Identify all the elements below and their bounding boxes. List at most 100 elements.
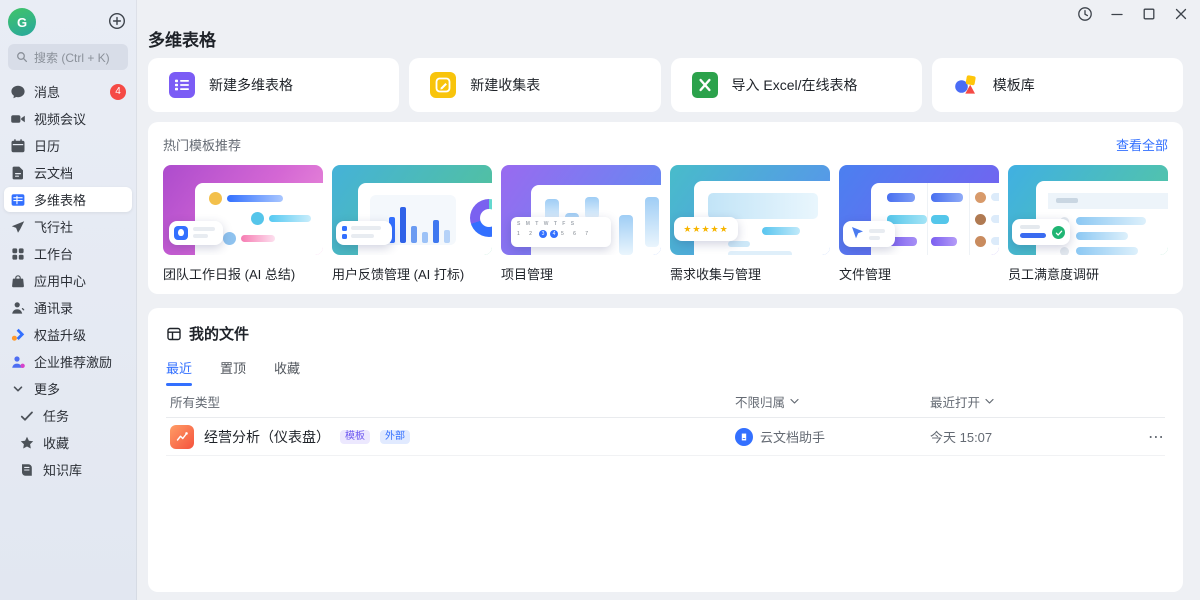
action-label: 导入 Excel/在线表格 bbox=[732, 75, 858, 95]
template-thumb: ★★★★★ bbox=[670, 165, 830, 255]
new-bitable-button[interactable]: 新建多维表格 bbox=[148, 58, 399, 112]
view-all-link[interactable]: 查看全部 bbox=[1116, 135, 1168, 154]
template-card-label: 需求收集与管理 bbox=[670, 264, 830, 283]
sidebar-item-bitable[interactable]: 多维表格 bbox=[4, 187, 132, 212]
templates-header: 热门模板推荐 bbox=[163, 135, 241, 154]
file-name: 经营分析（仪表盘） bbox=[204, 427, 330, 447]
sidebar-item-label: 任务 bbox=[43, 406, 69, 425]
my-files-grid-icon bbox=[166, 326, 182, 342]
selected-date: 3 bbox=[539, 230, 547, 238]
create-plus-icon[interactable] bbox=[107, 11, 127, 31]
template-thumb: S M T W T F S 1 2 3 4 5 6 7 bbox=[501, 165, 661, 255]
template-thumb bbox=[1008, 165, 1168, 255]
template-card-team-daily[interactable]: 团队工作日报 (AI 总结) bbox=[163, 165, 323, 283]
sidebar-item-label: 知识库 bbox=[43, 460, 82, 479]
sidebar-item-video-meeting[interactable]: 视频会议 bbox=[4, 106, 132, 131]
file-row[interactable]: 经营分析（仪表盘） 模板 外部 云文档助手 今天 15:07 ⋯ bbox=[166, 418, 1165, 456]
sidebar-item-community[interactable]: 飞行社 bbox=[4, 214, 132, 239]
main-area: 多维表格 新建多维表格 新建收集表 导入 Excel/在线表格 模板库 bbox=[137, 0, 1200, 600]
sidebar-item-tasks[interactable]: 任务 bbox=[4, 403, 132, 428]
history-icon[interactable] bbox=[1076, 5, 1094, 23]
new-bitable-icon bbox=[169, 72, 195, 98]
sidebar-item-workplace[interactable]: 工作台 bbox=[4, 241, 132, 266]
my-files-header: 我的文件 bbox=[189, 323, 249, 344]
sidebar-item-upgrade[interactable]: 权益升级 bbox=[4, 322, 132, 347]
window-controls bbox=[1076, 5, 1190, 23]
sidebar-item-app-center[interactable]: 应用中心 bbox=[4, 268, 132, 293]
template-card-label: 文件管理 bbox=[839, 264, 999, 283]
template-cards: 团队工作日报 (AI 总结) 用 bbox=[163, 165, 1168, 283]
sidebar-item-label: 企业推荐激励 bbox=[34, 352, 112, 371]
bell-icon bbox=[174, 226, 188, 240]
minimize-icon[interactable] bbox=[1108, 5, 1126, 23]
more-actions-icon[interactable]: ⋯ bbox=[1135, 427, 1165, 447]
template-library-button[interactable]: 模板库 bbox=[932, 58, 1183, 112]
maximize-icon[interactable] bbox=[1140, 5, 1158, 23]
import-excel-button[interactable]: 导入 Excel/在线表格 bbox=[671, 58, 922, 112]
filter-sort[interactable]: 最近打开 bbox=[930, 392, 1135, 411]
sidebar-item-label: 消息 bbox=[34, 82, 60, 101]
avatar-dot bbox=[223, 232, 236, 245]
files-tabs: 最近 置顶 收藏 bbox=[166, 358, 1165, 386]
sidebar-top: G bbox=[0, 0, 136, 44]
avatar-dot bbox=[251, 212, 264, 225]
template-card-feedback[interactable]: 用户反馈管理 (AI 打标) bbox=[332, 165, 492, 283]
sidebar-item-label: 更多 bbox=[34, 379, 60, 398]
owner-avatar bbox=[735, 428, 753, 446]
paper-plane-icon bbox=[10, 219, 26, 235]
new-form-icon bbox=[430, 72, 456, 98]
video-camera-icon bbox=[10, 111, 26, 127]
avatar[interactable]: G bbox=[8, 8, 36, 36]
sidebar-item-wiki[interactable]: 知识库 bbox=[4, 457, 132, 482]
five-stars-icon: ★★★★★ bbox=[683, 224, 728, 235]
sidebar-item-contacts[interactable]: 通讯录 bbox=[4, 295, 132, 320]
new-form-button[interactable]: 新建收集表 bbox=[409, 58, 660, 112]
sidebar-item-label: 日历 bbox=[34, 136, 60, 155]
external-badge: 外部 bbox=[380, 430, 410, 444]
bitable-icon bbox=[10, 192, 26, 208]
template-card-file-management[interactable]: 文件管理 bbox=[839, 165, 999, 283]
chevron-down-icon bbox=[10, 381, 26, 397]
star-icon bbox=[19, 435, 35, 451]
selected-date: 4 bbox=[550, 230, 558, 238]
sidebar-item-calendar[interactable]: 日历 bbox=[4, 133, 132, 158]
referral-person-icon bbox=[10, 354, 26, 370]
close-icon[interactable] bbox=[1172, 5, 1190, 23]
sidebar-item-docs[interactable]: 云文档 bbox=[4, 160, 132, 185]
sidebar-item-label: 收藏 bbox=[43, 433, 69, 452]
template-card-label: 项目管理 bbox=[501, 264, 661, 283]
sidebar-item-label: 通讯录 bbox=[34, 298, 73, 317]
cursor-icon bbox=[850, 225, 865, 240]
docs-icon bbox=[10, 165, 26, 181]
sidebar-item-favorites[interactable]: 收藏 bbox=[4, 430, 132, 455]
checklist-pill bbox=[336, 221, 392, 245]
sidebar-item-messages[interactable]: 消息 4 bbox=[4, 79, 132, 104]
wiki-book-icon bbox=[19, 462, 35, 478]
calendar-icon bbox=[10, 138, 26, 154]
template-card-label: 用户反馈管理 (AI 打标) bbox=[332, 264, 492, 283]
tab-pinned[interactable]: 置顶 bbox=[220, 358, 246, 386]
sidebar: G 搜索 (Ctrl + K) 消息 4 视频会议 日历 云文档 bbox=[0, 0, 137, 600]
template-card-requirements[interactable]: ★★★★★ 需求收集与管理 bbox=[670, 165, 830, 283]
tab-recent[interactable]: 最近 bbox=[166, 358, 192, 386]
template-library-shapes-icon bbox=[953, 72, 979, 98]
template-thumb bbox=[839, 165, 999, 255]
chevron-down-icon bbox=[985, 398, 994, 405]
file-time: 今天 15:07 bbox=[930, 427, 1135, 446]
action-label: 模板库 bbox=[993, 75, 1035, 95]
page-title: 多维表格 bbox=[148, 26, 216, 51]
sidebar-nav: 消息 4 视频会议 日历 云文档 多维表格 飞行社 工作台 应用中 bbox=[0, 79, 136, 482]
template-card-label: 团队工作日报 (AI 总结) bbox=[163, 264, 323, 283]
sidebar-item-referral[interactable]: 企业推荐激励 bbox=[4, 349, 132, 374]
template-card-project[interactable]: S M T W T F S 1 2 3 4 5 6 7 项目管理 bbox=[501, 165, 661, 283]
tab-favorites[interactable]: 收藏 bbox=[274, 358, 300, 386]
search-input[interactable]: 搜索 (Ctrl + K) bbox=[8, 44, 128, 70]
template-card-survey[interactable]: 员工满意度调研 bbox=[1008, 165, 1168, 283]
sidebar-item-label: 多维表格 bbox=[34, 190, 86, 209]
action-label: 新建多维表格 bbox=[209, 75, 293, 95]
filter-all-types[interactable]: 所有类型 bbox=[166, 392, 735, 411]
template-card-label: 员工满意度调研 bbox=[1008, 264, 1168, 283]
sidebar-item-label: 视频会议 bbox=[34, 109, 86, 128]
filter-owner[interactable]: 不限归属 bbox=[735, 392, 930, 411]
sidebar-item-more[interactable]: 更多 bbox=[4, 376, 132, 401]
